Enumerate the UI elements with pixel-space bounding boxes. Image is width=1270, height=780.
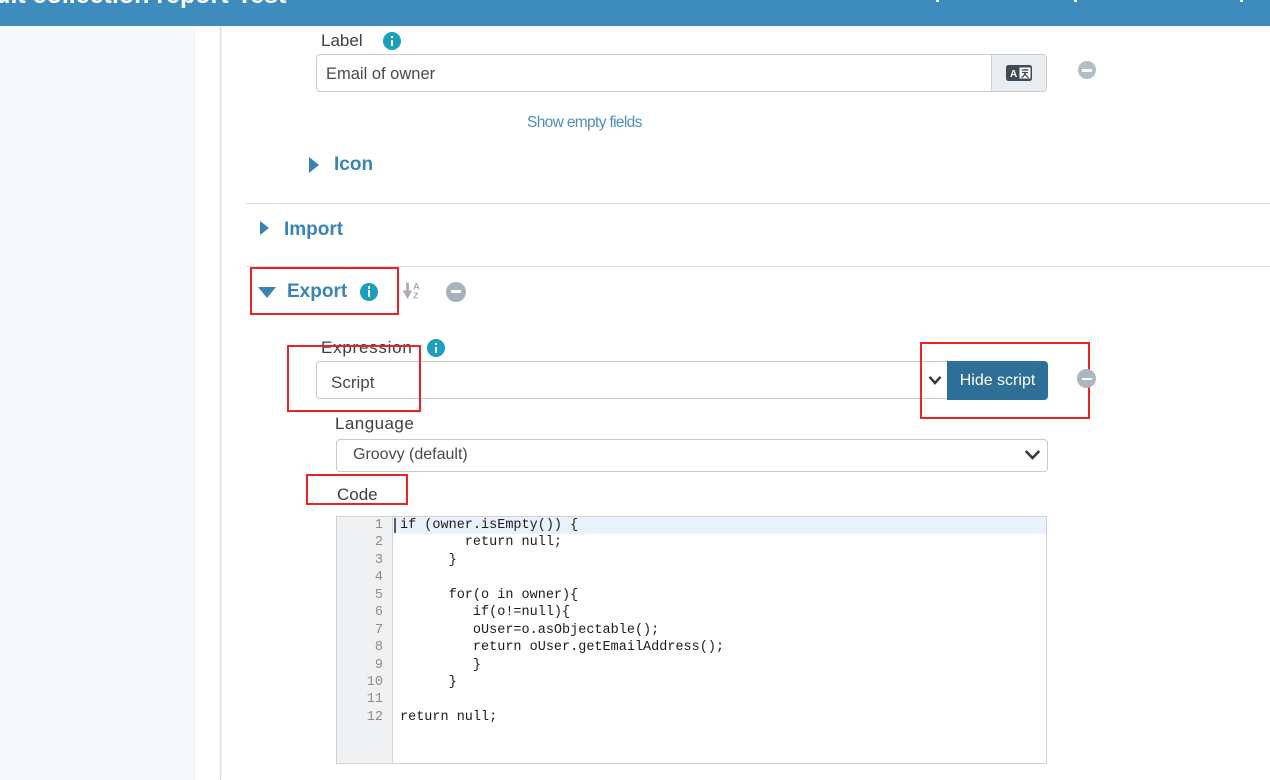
- svg-text:A: A: [1010, 69, 1017, 80]
- svg-text:Z: Z: [413, 291, 418, 300]
